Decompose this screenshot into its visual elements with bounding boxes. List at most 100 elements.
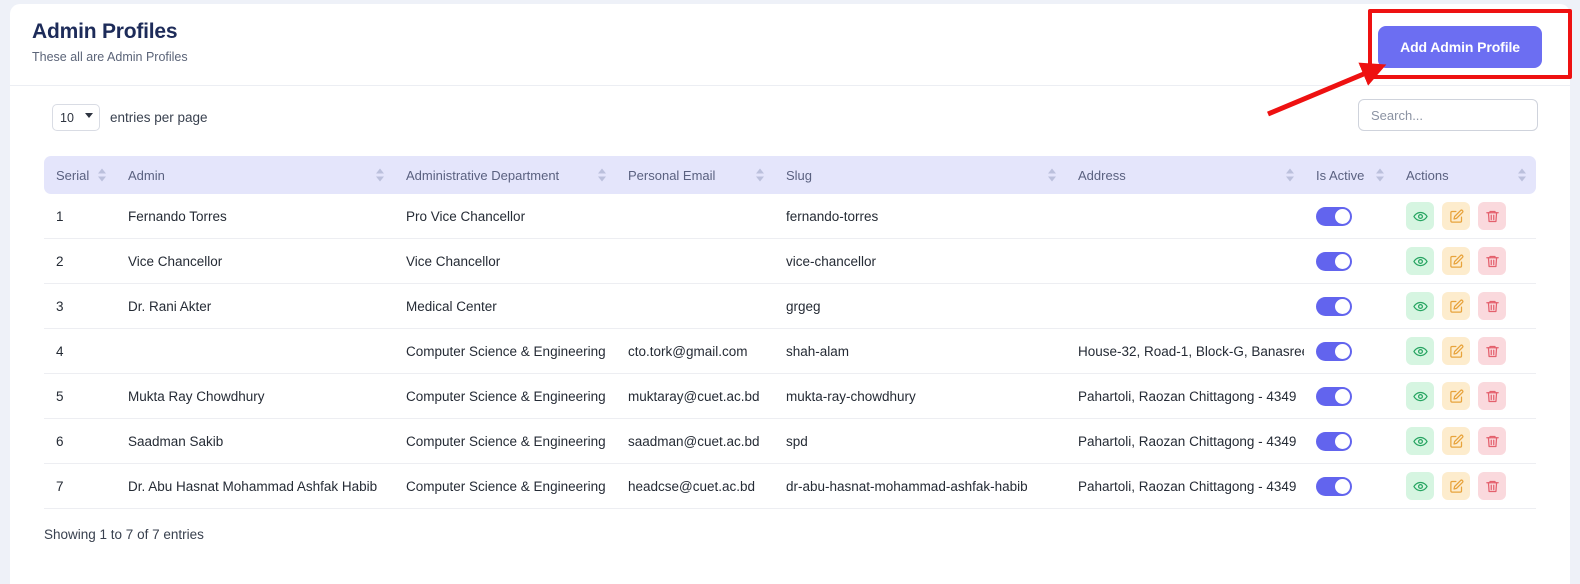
cell-dept: Pro Vice Chancellor <box>394 194 616 239</box>
cell-serial: 1 <box>44 194 116 239</box>
trash-icon <box>1485 479 1500 494</box>
cell-is-active <box>1304 419 1394 464</box>
column-header-admin[interactable]: Admin <box>116 156 394 194</box>
is-active-toggle[interactable] <box>1316 477 1352 496</box>
pencil-square-button[interactable] <box>1442 202 1470 230</box>
pencil-square-button[interactable] <box>1442 247 1470 275</box>
cell-slug: fernando-torres <box>774 194 1066 239</box>
eye-button[interactable] <box>1406 202 1434 230</box>
is-active-toggle[interactable] <box>1316 342 1352 361</box>
trash-button[interactable] <box>1478 472 1506 500</box>
page-title: Admin Profiles <box>32 18 1546 46</box>
cell-serial: 7 <box>44 464 116 509</box>
cell-actions <box>1394 194 1536 239</box>
pencil-square-button[interactable] <box>1442 427 1470 455</box>
sort-arrows-icon[interactable] <box>376 169 384 182</box>
column-header-dept[interactable]: Administrative Department <box>394 156 616 194</box>
eye-icon <box>1413 434 1428 449</box>
cell-dept: Medical Center <box>394 284 616 329</box>
table-toolbar: 102550100 entries per page <box>10 86 1570 156</box>
table-row: 5Mukta Ray ChowdhuryComputer Science & E… <box>44 374 1536 419</box>
pencil-square-button[interactable] <box>1442 472 1470 500</box>
cell-admin: Mukta Ray Chowdhury <box>116 374 394 419</box>
sort-arrows-icon[interactable] <box>756 169 764 182</box>
cell-serial: 2 <box>44 239 116 284</box>
entries-select-wrap: 102550100 <box>52 104 100 131</box>
cell-serial: 3 <box>44 284 116 329</box>
cell-actions <box>1394 464 1536 509</box>
is-active-toggle[interactable] <box>1316 432 1352 451</box>
pencil-square-button[interactable] <box>1442 337 1470 365</box>
cell-email: saadman@cuet.ac.bd <box>616 419 774 464</box>
pencil-square-icon <box>1449 254 1464 269</box>
column-header-label: Actions <box>1406 168 1449 183</box>
eye-button[interactable] <box>1406 292 1434 320</box>
pencil-square-button[interactable] <box>1442 382 1470 410</box>
cell-address: Pahartoli, Raozan Chittagong - 4349 <box>1066 419 1304 464</box>
is-active-toggle[interactable] <box>1316 387 1352 406</box>
cell-admin: Fernando Torres <box>116 194 394 239</box>
trash-button[interactable] <box>1478 292 1506 320</box>
cell-is-active <box>1304 239 1394 284</box>
column-header-actions[interactable]: Actions <box>1394 156 1536 194</box>
eye-button[interactable] <box>1406 337 1434 365</box>
trash-button[interactable] <box>1478 337 1506 365</box>
sort-arrows-icon[interactable] <box>598 169 606 182</box>
cell-address: Pahartoli, Raozan Chittagong - 4349 <box>1066 374 1304 419</box>
cell-slug: spd <box>774 419 1066 464</box>
cell-admin <box>116 329 394 374</box>
trash-icon <box>1485 299 1500 314</box>
sort-arrows-icon[interactable] <box>1286 169 1294 182</box>
trash-button[interactable] <box>1478 247 1506 275</box>
eye-button[interactable] <box>1406 247 1434 275</box>
cell-dept: Computer Science & Engineering <box>394 464 616 509</box>
trash-button[interactable] <box>1478 202 1506 230</box>
pencil-square-button[interactable] <box>1442 292 1470 320</box>
cell-dept: Computer Science & Engineering <box>394 419 616 464</box>
trash-icon <box>1485 209 1500 224</box>
column-header-serial[interactable]: Serial <box>44 156 116 194</box>
table-head: SerialAdminAdministrative Department Pers… <box>44 156 1536 194</box>
action-button-group <box>1406 337 1526 365</box>
eye-button[interactable] <box>1406 427 1434 455</box>
table-row: 4Computer Science & Engineeringcto.tork@… <box>44 329 1536 374</box>
sort-arrows-icon[interactable] <box>1518 169 1526 182</box>
card-header: Admin Profiles These all are Admin Profi… <box>10 4 1570 86</box>
cell-is-active <box>1304 329 1394 374</box>
is-active-toggle[interactable] <box>1316 297 1352 316</box>
column-header-email[interactable]: Personal Email <box>616 156 774 194</box>
column-header-slug[interactable]: Slug <box>774 156 1066 194</box>
eye-icon <box>1413 299 1428 314</box>
table-row: 2Vice ChancellorVice Chancellorvice-chan… <box>44 239 1536 284</box>
sort-arrows-icon[interactable] <box>1048 169 1056 182</box>
cell-email <box>616 284 774 329</box>
cell-address: House-32, Road-1, Block-G, Banasree <box>1066 329 1304 374</box>
eye-button[interactable] <box>1406 382 1434 410</box>
cell-admin: Dr. Rani Akter <box>116 284 394 329</box>
eye-button[interactable] <box>1406 472 1434 500</box>
entries-per-page-label: entries per page <box>110 110 208 125</box>
is-active-toggle[interactable] <box>1316 252 1352 271</box>
table-wrapper: SerialAdminAdministrative Department Pers… <box>10 156 1570 509</box>
trash-button[interactable] <box>1478 427 1506 455</box>
entries-per-page-select[interactable]: 102550100 <box>52 104 100 131</box>
sort-arrows-icon[interactable] <box>1376 169 1384 182</box>
cell-admin: Dr. Abu Hasnat Mohammad Ashfak Habib <box>116 464 394 509</box>
trash-button[interactable] <box>1478 382 1506 410</box>
cell-is-active <box>1304 194 1394 239</box>
table-body: 1Fernando TorresPro Vice Chancellor ferna… <box>44 194 1536 509</box>
add-admin-profile-button[interactable]: Add Admin Profile <box>1378 26 1542 68</box>
column-header-active[interactable]: Is Active <box>1304 156 1394 194</box>
cell-address <box>1066 239 1304 284</box>
eye-icon <box>1413 254 1428 269</box>
column-header-label: Personal Email <box>628 168 715 183</box>
sort-arrows-icon[interactable] <box>98 169 106 182</box>
pencil-square-icon <box>1449 434 1464 449</box>
column-header-address[interactable]: Address <box>1066 156 1304 194</box>
toggle-knob <box>1335 209 1350 224</box>
is-active-toggle[interactable] <box>1316 207 1352 226</box>
search-input[interactable] <box>1358 99 1538 131</box>
cell-slug: vice-chancellor <box>774 239 1066 284</box>
cell-dept: Vice Chancellor <box>394 239 616 284</box>
cell-email <box>616 194 774 239</box>
